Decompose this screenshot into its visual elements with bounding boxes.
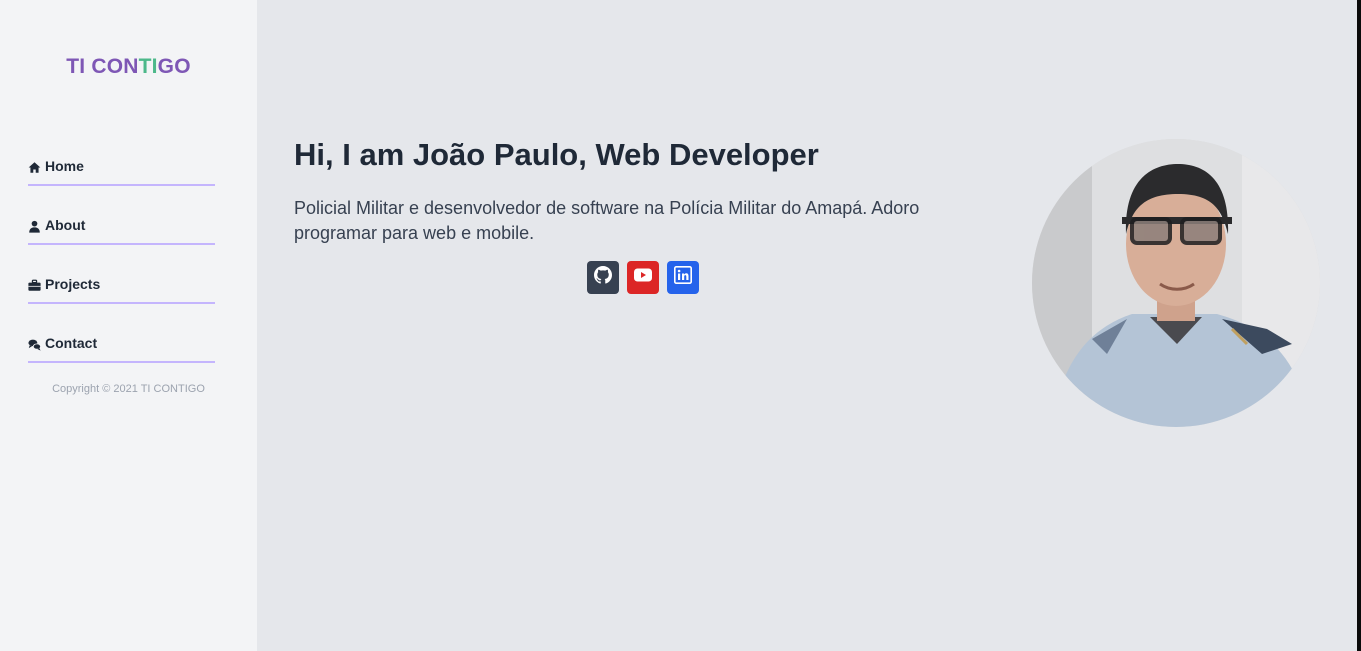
profile-photo (1032, 139, 1320, 427)
logo-part-3: GO (157, 55, 191, 78)
copyright: Copyright © 2021 TI CONTIGO (52, 383, 205, 395)
sidebar-item-home[interactable]: Home (28, 128, 215, 186)
logo-part-1: TI CON (66, 55, 139, 78)
youtube-link[interactable] (627, 261, 659, 294)
main-content: Hi, I am João Paulo, Web Developer Polic… (257, 0, 1357, 651)
chat-icon (28, 338, 41, 351)
sidebar-item-contact[interactable]: Contact (28, 305, 215, 363)
sidebar-nav: Home About Projects Contact (28, 128, 215, 364)
github-link[interactable] (587, 261, 619, 294)
sidebar-item-label: Projects (45, 276, 101, 292)
sidebar-item-projects[interactable]: Projects (28, 246, 215, 304)
sidebar: TI CONTIGO Home About Projects Contact C… (0, 0, 257, 651)
page-title: Hi, I am João Paulo, Web Developer (294, 137, 819, 172)
window-edge (1357, 0, 1361, 651)
github-icon (594, 266, 612, 289)
sidebar-item-label: About (45, 217, 86, 233)
briefcase-icon (28, 279, 41, 292)
sidebar-item-label: Contact (45, 335, 98, 351)
home-icon (28, 161, 41, 174)
linkedin-icon (674, 266, 692, 289)
social-links (587, 261, 699, 294)
bio-text: Policial Militar e desenvolvedor de soft… (294, 198, 920, 243)
sidebar-item-label: Home (45, 158, 84, 174)
logo[interactable]: TI CONTIGO (0, 55, 257, 79)
youtube-icon (634, 268, 652, 287)
sidebar-item-about[interactable]: About (28, 187, 215, 245)
logo-part-2: TI (138, 55, 158, 78)
user-icon (28, 220, 41, 233)
linkedin-link[interactable] (667, 261, 699, 294)
